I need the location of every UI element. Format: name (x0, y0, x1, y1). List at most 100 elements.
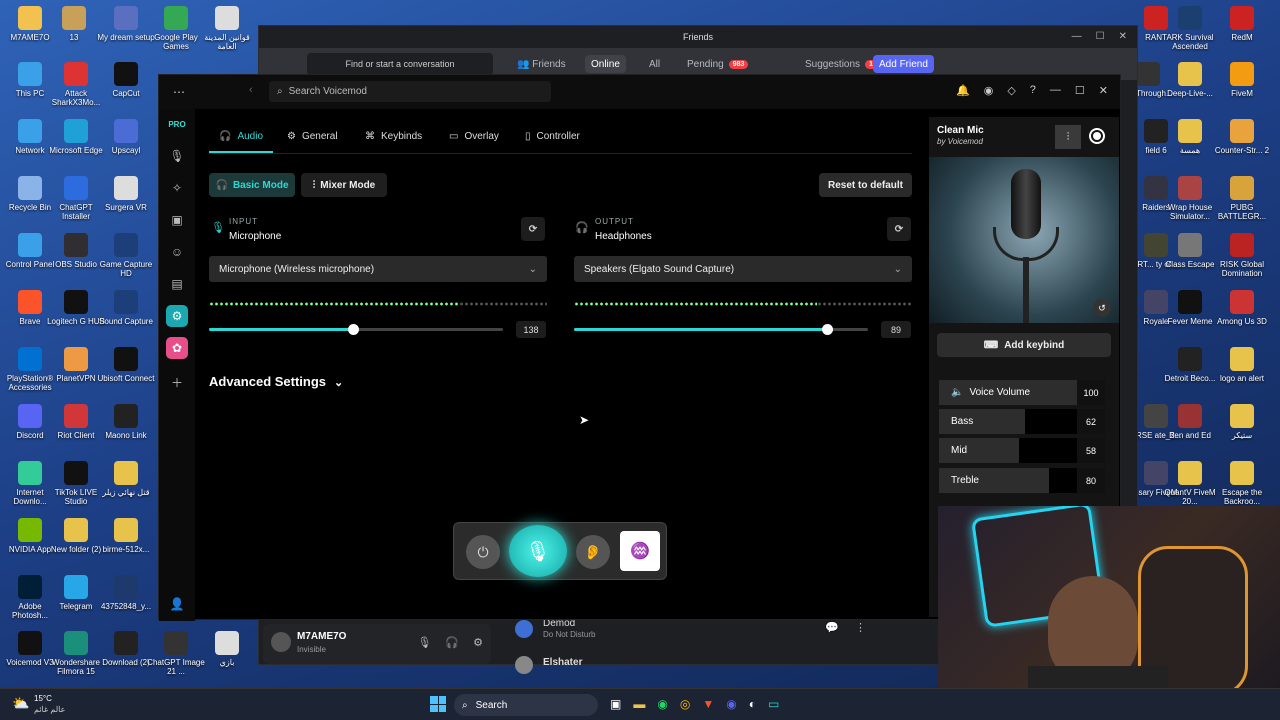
desktop-icon[interactable]: ARK Survival Ascended (1160, 6, 1220, 51)
background-effect-icon[interactable]: ♒ (620, 531, 660, 571)
desktop-icon[interactable]: Ben and Ed (1160, 404, 1220, 440)
avatar[interactable] (271, 632, 291, 652)
desktop-icon[interactable]: قتل نهائي زيلر (96, 461, 156, 497)
desktop-icon[interactable]: 13 (44, 6, 104, 42)
add-friend-button[interactable]: Add Friend (873, 55, 934, 73)
bell-icon[interactable]: 🔔 (956, 84, 970, 97)
friend-row[interactable]: Demod Do Not Disturb 💬 ⋮ (515, 618, 875, 642)
character-nav-icon[interactable]: ✿ (166, 337, 188, 359)
reset-voice-icon[interactable]: ↺ (1093, 299, 1111, 317)
desktop-icon[interactable]: Escape the Backroo... (1212, 461, 1272, 506)
desktop-icon[interactable]: Game Capture HD (96, 233, 156, 278)
minimize-icon[interactable]: — (1050, 84, 1061, 97)
settings-nav-icon[interactable]: ⚙ (166, 305, 188, 327)
desktop-icon[interactable]: ستيكر (1212, 404, 1272, 440)
desktop-icon[interactable]: Surgera VR (96, 176, 156, 212)
desktop-icon[interactable]: Class Escape (1160, 233, 1220, 269)
treble-slider[interactable]: Treble 80 (939, 468, 1105, 493)
profile-nav-icon[interactable]: 👤 (166, 593, 188, 615)
taskbar-search-input[interactable]: ⌕ Search (454, 694, 598, 716)
voicemod-search-input[interactable]: ⌕ Search Voicemod (269, 81, 551, 102)
output-volume-slider[interactable] (574, 324, 868, 335)
tab-controller[interactable]: ▯ Controller (525, 124, 580, 148)
record-icon[interactable] (1089, 128, 1105, 144)
mixer-mode-button[interactable]: ⫶ Mixer Mode (301, 173, 387, 197)
avatar-nav-icon[interactable]: ☺ (166, 241, 188, 263)
input-volume-thumb[interactable] (348, 324, 360, 335)
microphone-nav-icon[interactable]: 🎙 (166, 145, 188, 167)
desktop-icon[interactable]: قوانين المدينة العامة (197, 6, 257, 51)
desktop-icon[interactable]: Wrap House Simulator... (1160, 176, 1220, 221)
desktop-icon[interactable]: FiveM (1212, 62, 1272, 98)
find-conversation-input[interactable]: Find or start a conversation (307, 53, 493, 75)
refresh-output-icon[interactable]: ⟳ (887, 217, 911, 241)
mic-icon[interactable]: 🎙 (417, 636, 431, 649)
add-nav-icon[interactable]: ＋ (166, 371, 188, 393)
help-icon[interactable]: ? (1030, 84, 1036, 97)
brave-icon[interactable]: ▼ (702, 697, 714, 711)
effects-nav-icon[interactable]: ✧ (166, 177, 188, 199)
desktop-icon[interactable]: 43752848_y... (96, 575, 156, 611)
desktop-icon[interactable]: همسة (1160, 119, 1220, 155)
power-icon[interactable]: ⏻ (466, 535, 500, 569)
voicemod-icon[interactable]: ▭ (768, 697, 779, 711)
input-volume-slider[interactable] (209, 324, 503, 335)
apps-nav-icon[interactable]: ▣ (166, 209, 188, 231)
store-nav-icon[interactable]: ▤ (166, 273, 188, 295)
add-keybind-button[interactable]: ⌨ Add keybind (937, 333, 1111, 357)
tab-overlay[interactable]: ▭ Overlay (449, 124, 499, 148)
discord-icon[interactable]: ◉ (984, 84, 994, 97)
friend-row[interactable]: Elshater (515, 654, 875, 674)
desktop-icon[interactable]: RedM (1212, 6, 1272, 42)
desktop-icon[interactable]: CapCut (96, 62, 156, 98)
desktop-icon[interactable]: birme-512x... (96, 518, 156, 554)
whatsapp-icon[interactable]: ◉ (657, 697, 667, 711)
file-explorer-icon[interactable]: ▬ (633, 697, 645, 711)
reset-default-button[interactable]: Reset to default (819, 173, 912, 197)
desktop-icon[interactable]: Fever Meme (1160, 290, 1220, 326)
voice-volume-slider[interactable]: 🔈 Voice Volume 100 (939, 380, 1105, 405)
desktop-icon[interactable]: logo an alert (1212, 347, 1272, 383)
refresh-input-icon[interactable]: ⟳ (521, 217, 545, 241)
hear-myself-icon[interactable]: 👂 (576, 535, 610, 569)
bass-slider[interactable]: Bass 62 (939, 409, 1105, 434)
advanced-settings-toggle[interactable]: Advanced Settings ⌄ (209, 374, 343, 389)
settings-gear-icon[interactable]: ⚙ (473, 636, 483, 649)
maximize-icon[interactable]: ☐ (1075, 84, 1085, 97)
desktop-icon[interactable]: Sound Capture (96, 290, 156, 326)
desktop-icon[interactable]: Deep-Live-... (1160, 62, 1220, 98)
desktop-icon[interactable]: بازي (197, 631, 257, 667)
tab-all[interactable]: All (643, 55, 666, 73)
desktop-icon[interactable]: Counter-Str... 2 (1212, 119, 1272, 155)
desktop-icon[interactable]: RISK Global Domination (1212, 233, 1272, 278)
maximize-icon[interactable]: ☐ (1096, 31, 1105, 42)
minimize-icon[interactable]: — (1072, 31, 1082, 42)
headphones-icon[interactable]: 🎧 (445, 636, 459, 649)
back-icon[interactable]: ‹ (249, 84, 253, 96)
menu-dots-icon[interactable]: ⋯ (173, 85, 185, 99)
tab-keybinds[interactable]: ⌘ Keybinds (365, 124, 422, 148)
close-icon[interactable]: ✕ (1119, 31, 1127, 42)
task-view-icon[interactable]: ▣ (610, 697, 621, 711)
weather-icon[interactable]: ⛅ (12, 695, 29, 712)
friends-tab[interactable]: 👥 Friends (511, 55, 572, 73)
close-icon[interactable]: ✕ (1099, 84, 1108, 97)
tab-general[interactable]: ⚙ General (287, 124, 338, 148)
output-volume-thumb[interactable] (821, 324, 833, 335)
input-device-select[interactable]: Microphone (Wireless microphone) ⌄ (209, 256, 547, 282)
voice-changer-mic-button[interactable]: 🎙 (509, 525, 567, 577)
tab-audio[interactable]: 🎧 Audio (219, 124, 263, 148)
tab-pending[interactable]: Pending 983 (681, 55, 754, 73)
discord-icon[interactable]: ◉ (726, 697, 736, 711)
tab-online[interactable]: Online (585, 55, 626, 73)
chrome-icon[interactable]: ◎ (680, 697, 690, 711)
more-icon[interactable]: ⋮ (855, 621, 866, 634)
message-icon[interactable]: 💬 (825, 621, 839, 634)
mid-slider[interactable]: Mid 58 (939, 438, 1105, 463)
desktop-icon[interactable]: PUBG BATTLEGR... (1212, 176, 1272, 221)
output-device-select[interactable]: Speakers (Elgato Sound Capture) ⌄ (574, 256, 912, 282)
desktop-icon[interactable]: QuantV FiveM 20... (1160, 461, 1220, 506)
basic-mode-button[interactable]: 🎧 Basic Mode (209, 173, 295, 197)
desktop-icon[interactable]: Detroit Beco... (1160, 347, 1220, 383)
desktop-icon[interactable]: Ubisoft Connect (96, 347, 156, 383)
